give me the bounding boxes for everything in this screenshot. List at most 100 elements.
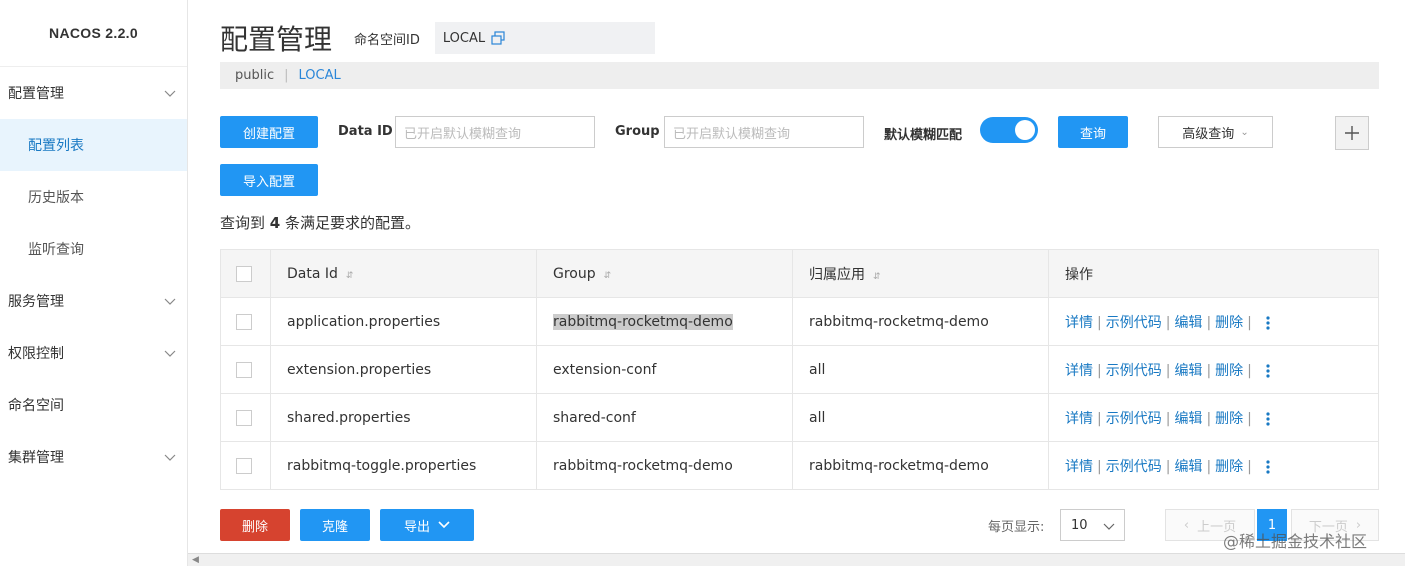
edit-link[interactable]: 编辑 <box>1174 363 1202 379</box>
page-size-label: 每页显示: <box>988 520 1045 535</box>
config-table: Data Id ⇵ Group ⇵ 归属应用 ⇵ 操作 application.pro… <box>220 249 1379 490</box>
sample-code-link[interactable]: 示例代码 <box>1106 363 1162 379</box>
row-checkbox[interactable] <box>236 409 252 426</box>
table-header-row: Data Id ⇵ Group ⇵ 归属应用 ⇵ 操作 <box>220 249 1379 298</box>
namespace-label: 命名空间ID <box>354 32 420 48</box>
ops-separator: | <box>1206 410 1212 427</box>
export-button[interactable]: 导出 <box>380 509 474 541</box>
scroll-left-icon[interactable]: ◀ <box>192 555 199 565</box>
group-input[interactable]: 已开启默认模糊查询 <box>664 116 864 148</box>
sidebar-item-label: 历史版本 <box>28 190 84 206</box>
sidebar-item-config-management[interactable]: 配置管理 <box>0 67 187 119</box>
header-group[interactable]: Group ⇵ <box>536 249 793 298</box>
edit-link[interactable]: 编辑 <box>1174 411 1202 427</box>
title-row: 配置管理 命名空间ID LOCAL <box>220 18 655 58</box>
sidebar-item-history[interactable]: 历史版本 <box>0 171 187 223</box>
sidebar-item-access-control[interactable]: 权限控制 <box>0 327 187 379</box>
namespace-id-value: LOCAL <box>442 30 486 46</box>
query-button[interactable]: 查询 <box>1058 116 1128 148</box>
edit-link[interactable]: 编辑 <box>1174 459 1202 475</box>
advanced-query-dropdown[interactable]: 高级查询 ⌄ <box>1158 116 1273 148</box>
detail-link[interactable]: 详情 <box>1065 411 1093 427</box>
watermark: @稀土掘金技术社区 <box>1223 532 1368 551</box>
cell-app: all <box>792 345 1049 394</box>
row-checkbox[interactable] <box>236 457 252 474</box>
create-config-button[interactable]: 创建配置 <box>220 116 318 148</box>
cell-group: rabbitmq-rocketmq-demo <box>536 441 793 490</box>
delete-link[interactable]: 删除 <box>1215 363 1243 379</box>
brand-logo: NACOS 2.2.0 <box>0 0 187 67</box>
namespace-breadcrumb: public | LOCAL <box>220 62 1379 89</box>
detail-link[interactable]: 详情 <box>1065 315 1093 331</box>
delete-link[interactable]: 删除 <box>1215 459 1243 475</box>
detail-link[interactable]: 详情 <box>1065 459 1093 475</box>
copy-icon[interactable] <box>490 31 506 45</box>
header-data-id[interactable]: Data Id ⇵ <box>270 249 537 298</box>
ops-separator: | <box>1206 314 1212 331</box>
toggle-knob <box>1015 120 1035 140</box>
sample-code-link[interactable]: 示例代码 <box>1106 315 1162 331</box>
row-select-cell <box>220 393 271 442</box>
cell-data-id: application.properties <box>270 297 537 346</box>
select-all-checkbox[interactable] <box>236 265 252 282</box>
header-ops: 操作 <box>1048 249 1379 298</box>
import-config-button[interactable]: 导入配置 <box>220 164 318 196</box>
header-label: 操作 <box>1065 266 1093 283</box>
sidebar-item-listener-query[interactable]: 监听查询 <box>0 223 187 275</box>
clone-button[interactable]: 克隆 <box>300 509 370 541</box>
delete-link[interactable]: 删除 <box>1215 411 1243 427</box>
sidebar-item-config-list[interactable]: 配置列表 <box>0 119 187 171</box>
sidebar-item-service-management[interactable]: 服务管理 <box>0 275 187 327</box>
group-label: Group <box>615 124 660 139</box>
table-row: rabbitmq-toggle.properties rabbitmq-rock… <box>220 441 1379 490</box>
delete-link[interactable]: 删除 <box>1215 315 1243 331</box>
row-checkbox[interactable] <box>236 313 252 330</box>
summary-suffix: 条满足要求的配置。 <box>280 214 420 232</box>
sample-code-link[interactable]: 示例代码 <box>1106 459 1162 475</box>
row-checkbox[interactable] <box>236 361 252 378</box>
chevron-down-icon <box>438 521 450 529</box>
fuzzy-match-toggle[interactable] <box>980 117 1038 143</box>
table-row: shared.properties shared-conf all 详情 | 示例代… <box>220 393 1379 442</box>
main-content: 配置管理 命名空间ID LOCAL public | LOCAL 创建配置 导入… <box>188 0 1405 566</box>
header-app[interactable]: 归属应用 ⇵ <box>792 249 1049 298</box>
batch-delete-button[interactable]: 删除 <box>220 509 290 541</box>
detail-link[interactable]: 详情 <box>1065 363 1093 379</box>
chevron-down-icon <box>1103 523 1115 530</box>
more-icon[interactable] <box>1266 459 1270 474</box>
horizontal-scrollbar[interactable]: ◀ <box>188 553 1405 566</box>
data-id-input[interactable]: 已开启默认模糊查询 <box>395 116 595 148</box>
data-id-label: Data ID <box>338 124 393 139</box>
namespace-id-field: LOCAL <box>434 22 655 54</box>
more-icon[interactable] <box>1266 315 1270 330</box>
page-size-value: 10 <box>1071 517 1088 533</box>
sidebar-item-label: 命名空间 <box>8 398 64 414</box>
sidebar-item-cluster-management[interactable]: 集群管理 <box>0 431 187 483</box>
sort-icon[interactable]: ⇵ <box>873 272 881 282</box>
sample-code-link[interactable]: 示例代码 <box>1106 411 1162 427</box>
query-summary: 查询到 4 条满足要求的配置。 <box>220 212 420 233</box>
cell-group-text: rabbitmq-rocketmq-demo <box>553 313 733 330</box>
edit-link[interactable]: 编辑 <box>1174 315 1202 331</box>
summary-count: 4 <box>269 214 281 232</box>
chevron-down-icon <box>164 350 176 357</box>
sidebar-item-namespace[interactable]: 命名空间 <box>0 379 187 431</box>
page-size-select[interactable]: 10 <box>1060 509 1125 541</box>
sort-icon[interactable]: ⇵ <box>346 271 354 281</box>
cell-ops: 详情 | 示例代码 | 编辑 | 删除 | <box>1048 393 1379 442</box>
ops-separator: | <box>1247 458 1252 475</box>
sidebar-item-label: 服务管理 <box>8 294 64 310</box>
cell-data-id: rabbitmq-toggle.properties <box>270 441 537 490</box>
ops-separator: | <box>1097 314 1102 331</box>
more-icon[interactable] <box>1266 411 1270 426</box>
add-icon[interactable] <box>1335 116 1369 150</box>
sort-icon[interactable]: ⇵ <box>604 271 612 281</box>
cell-data-id: extension.properties <box>270 345 537 394</box>
sidebar-item-label: 权限控制 <box>8 346 64 362</box>
more-icon[interactable] <box>1266 363 1270 378</box>
namespace-local-link[interactable]: LOCAL <box>299 68 341 83</box>
cell-group: rabbitmq-rocketmq-demo <box>536 297 793 346</box>
ops-separator: | <box>1206 458 1212 475</box>
namespace-public-link[interactable]: public <box>235 68 274 83</box>
chevron-down-icon <box>164 90 176 97</box>
